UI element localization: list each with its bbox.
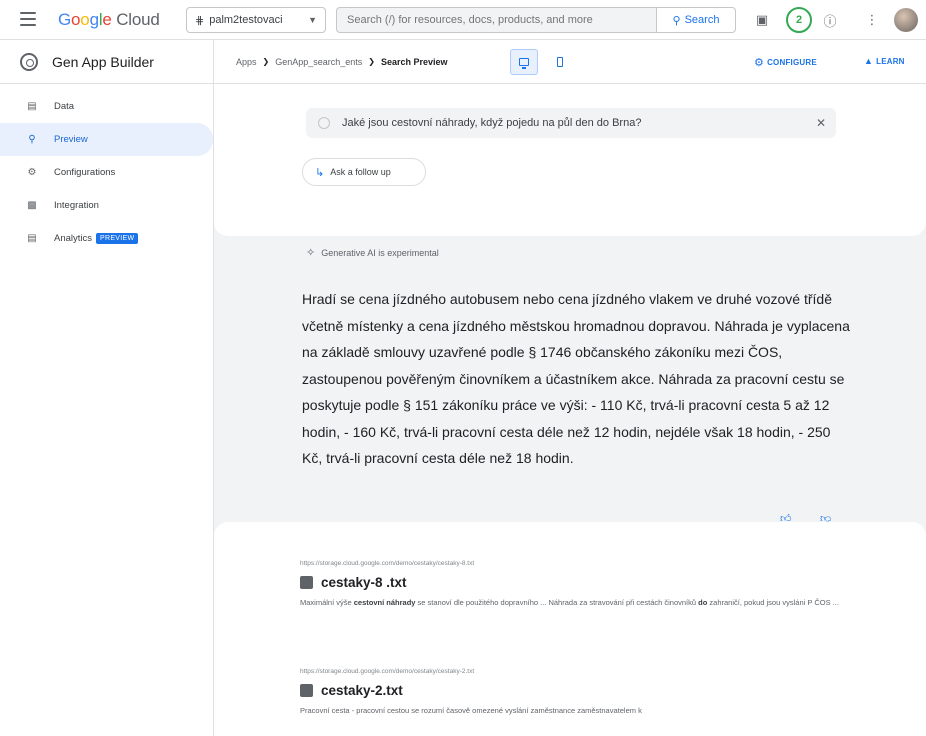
data-icon: ▤ — [27, 101, 37, 112]
gear-icon: ⚙ — [754, 57, 765, 69]
query-field[interactable]: Jaké jsou cestovní náhrady, když pojedu … — [306, 108, 836, 138]
top-bar: Google Cloud ⋕ palm2testovaci ▼ ⚲ Search… — [0, 0, 926, 40]
result-title[interactable]: cestaky-2.txt — [321, 683, 403, 698]
chevron-down-icon: ▼ — [308, 15, 317, 25]
sidebar-item-configurations[interactable]: ⚙ Configurations — [0, 156, 213, 189]
desktop-view-button[interactable] — [510, 49, 538, 75]
project-selector[interactable]: ⋕ palm2testovaci ▼ — [186, 7, 326, 33]
result-title[interactable]: cestaky-8 .txt — [321, 575, 407, 590]
chevron-right-icon: ❯ — [262, 57, 270, 66]
search-icon — [318, 117, 330, 129]
sub-toolbar: Apps ❯ GenApp_search_ents ❯ Search Previ… — [214, 40, 926, 84]
result-snippet: Pracovní cesta - pracovní cestou se rozu… — [300, 706, 642, 715]
result-url[interactable]: https://storage.cloud.google.com/demo/ce… — [300, 668, 840, 675]
school-icon: ▲ — [864, 56, 874, 66]
query-card: Jaké jsou cestovní náhrady, když pojedu … — [214, 84, 926, 236]
ai-answer-text: Hradí se cena jízdného autobusem nebo ce… — [302, 291, 850, 466]
help-icon[interactable]: ⓘ — [820, 10, 840, 30]
learn-button[interactable]: ▲ LEARN — [864, 56, 905, 66]
project-name: palm2testovaci — [209, 14, 283, 26]
analytics-icon: ▤ — [27, 233, 37, 244]
ask-follow-up-button[interactable]: ↳ Ask a follow up — [302, 158, 426, 186]
search-results: https://storage.cloud.google.com/demo/ce… — [214, 522, 926, 736]
avatar[interactable] — [894, 8, 918, 32]
preview-badge: PREVIEW — [96, 233, 139, 244]
project-icon: ⋕ — [195, 14, 205, 27]
ai-answer-panel: ✧ Generative AI is experimental Hradí se… — [214, 236, 926, 530]
mobile-view-button[interactable] — [548, 49, 572, 75]
search-button[interactable]: ⚲ Search — [656, 7, 736, 33]
sparkle-icon: ✧ — [306, 247, 316, 259]
result-snippet: Maximální výše cestovní náhrady se stano… — [300, 598, 839, 607]
sidebar: Gen App Builder ▤ Data ⚲ Preview ⚙ Confi… — [0, 40, 214, 736]
gear-icon: ⚙ — [27, 167, 37, 178]
desktop-icon — [519, 58, 529, 69]
chevron-right-icon: ❯ — [368, 57, 375, 66]
breadcrumb-current: Search Preview — [380, 56, 448, 67]
search-input[interactable] — [336, 7, 656, 33]
ai-experimental-label: ✧ Generative AI is experimental — [306, 247, 439, 259]
sidebar-item-integration[interactable]: ▩ Integration — [0, 189, 213, 222]
result-item: https://storage.cloud.google.com/demo/ce… — [300, 668, 840, 718]
more-vert-icon[interactable]: ⋮ — [862, 10, 882, 30]
mobile-icon — [557, 57, 563, 67]
breadcrumb-apps[interactable]: Apps — [236, 57, 257, 67]
sidebar-item-data[interactable]: ▤ Data — [0, 90, 213, 123]
sidebar-title: Gen App Builder — [52, 53, 154, 70]
result-item: https://storage.cloud.google.com/demo/ce… — [300, 560, 840, 610]
main-panel: Apps ❯ GenApp_search_ents ❯ Search Previ… — [214, 40, 926, 736]
terminal-icon[interactable]: ▣ — [752, 10, 772, 30]
gen-app-builder-icon — [20, 52, 38, 71]
configure-button[interactable]: ⚙ CONFIGURE — [754, 56, 817, 69]
breadcrumb-app[interactable]: GenApp_search_ents — [275, 57, 362, 67]
result-url[interactable]: https://storage.cloud.google.com/demo/ce… — [300, 560, 840, 567]
close-icon[interactable]: ✕ — [816, 116, 826, 130]
query-text: Jaké jsou cestovní náhrady, když pojedu … — [342, 117, 642, 129]
sidebar-item-analytics[interactable]: ▤ Analytics PREVIEW — [0, 222, 213, 255]
document-icon — [300, 684, 313, 697]
result-title-row[interactable]: cestaky-8 .txt — [300, 575, 840, 590]
result-title-row[interactable]: cestaky-2.txt — [300, 683, 840, 698]
notifications-badge[interactable]: 2 — [786, 7, 812, 33]
search-icon: ⚲ — [28, 134, 36, 145]
google-cloud-logo[interactable]: Google Cloud — [58, 10, 160, 30]
menu-icon[interactable] — [20, 12, 36, 26]
reply-arrow-icon: ↳ — [315, 166, 325, 179]
sidebar-item-preview[interactable]: ⚲ Preview — [0, 123, 213, 156]
document-icon — [300, 576, 313, 589]
integration-icon: ▩ — [27, 200, 37, 211]
search-icon: ⚲ — [672, 14, 681, 27]
sidebar-header: Gen App Builder — [0, 40, 213, 84]
